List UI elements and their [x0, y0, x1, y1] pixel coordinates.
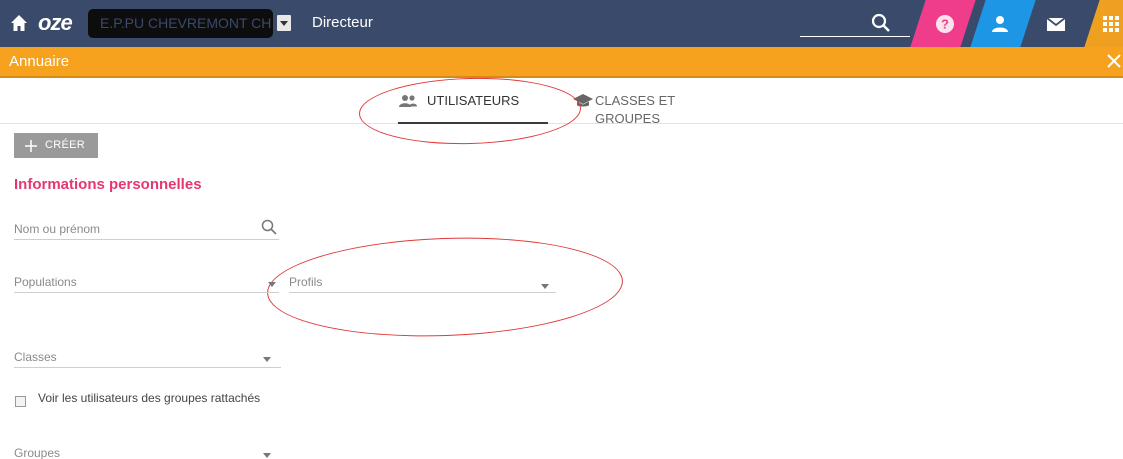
home-icon[interactable]	[10, 14, 28, 32]
module-header-bar: Annuaire	[0, 47, 1123, 78]
oze-logo[interactable]: oze	[38, 11, 73, 35]
school-selector[interactable]: E.P.PU CHEVREMONT CH	[88, 9, 273, 38]
tab-bar: UTILISATEURS CLASSES ET GROUPES	[0, 80, 1123, 126]
search-icon[interactable]	[261, 219, 277, 235]
attached-groups-checkbox[interactable]	[15, 396, 26, 407]
classes-select[interactable]: Classes	[14, 348, 281, 368]
chevron-down-icon[interactable]	[277, 15, 291, 31]
close-icon[interactable]	[1106, 53, 1122, 69]
plus-icon	[25, 140, 37, 152]
create-button[interactable]: CRÉER	[14, 133, 98, 158]
name-search-field[interactable]: Nom ou prénom	[14, 218, 279, 240]
chevron-down-icon	[263, 357, 271, 362]
module-title: Annuaire	[9, 53, 70, 70]
section-title: Informations personnelles	[14, 176, 202, 193]
chevron-down-icon	[541, 284, 549, 289]
users-icon	[399, 95, 417, 107]
apps-grid-icon[interactable]	[1100, 13, 1122, 35]
profils-label: Profils	[289, 275, 323, 289]
search-input[interactable]	[800, 36, 910, 37]
attached-groups-label[interactable]: Voir les utilisateurs des groupes rattac…	[38, 390, 260, 406]
profils-select[interactable]: Profils	[289, 273, 556, 293]
populations-label: Populations	[14, 275, 77, 289]
populations-select[interactable]: Populations	[14, 273, 279, 293]
groups-select[interactable]: Groupes	[14, 444, 281, 459]
tab-users-label: UTILISATEURS	[427, 93, 520, 108]
mail-icon[interactable]	[1045, 13, 1067, 35]
graduation-cap-icon	[573, 94, 593, 107]
tab-classes-label: CLASSES ET GROUPES	[595, 93, 675, 126]
chevron-down-icon	[263, 453, 271, 458]
search-icon[interactable]	[870, 12, 892, 34]
user-role: Directeur	[312, 14, 373, 31]
help-icon[interactable]: ?	[934, 13, 956, 35]
tab-classes-groups[interactable]: CLASSES ET GROUPES	[573, 92, 743, 126]
chevron-down-icon	[268, 282, 276, 287]
user-icon[interactable]	[989, 13, 1011, 35]
create-button-label: CRÉER	[45, 139, 86, 151]
svg-text:?: ?	[941, 17, 949, 32]
tab-users[interactable]: UTILISATEURS	[398, 92, 548, 124]
groups-label: Groupes	[14, 446, 61, 459]
classes-label: Classes	[14, 350, 57, 364]
top-navigation-bar: oze E.P.PU CHEVREMONT CH Directeur ?	[0, 0, 1123, 47]
name-search-placeholder: Nom ou prénom	[14, 222, 101, 236]
